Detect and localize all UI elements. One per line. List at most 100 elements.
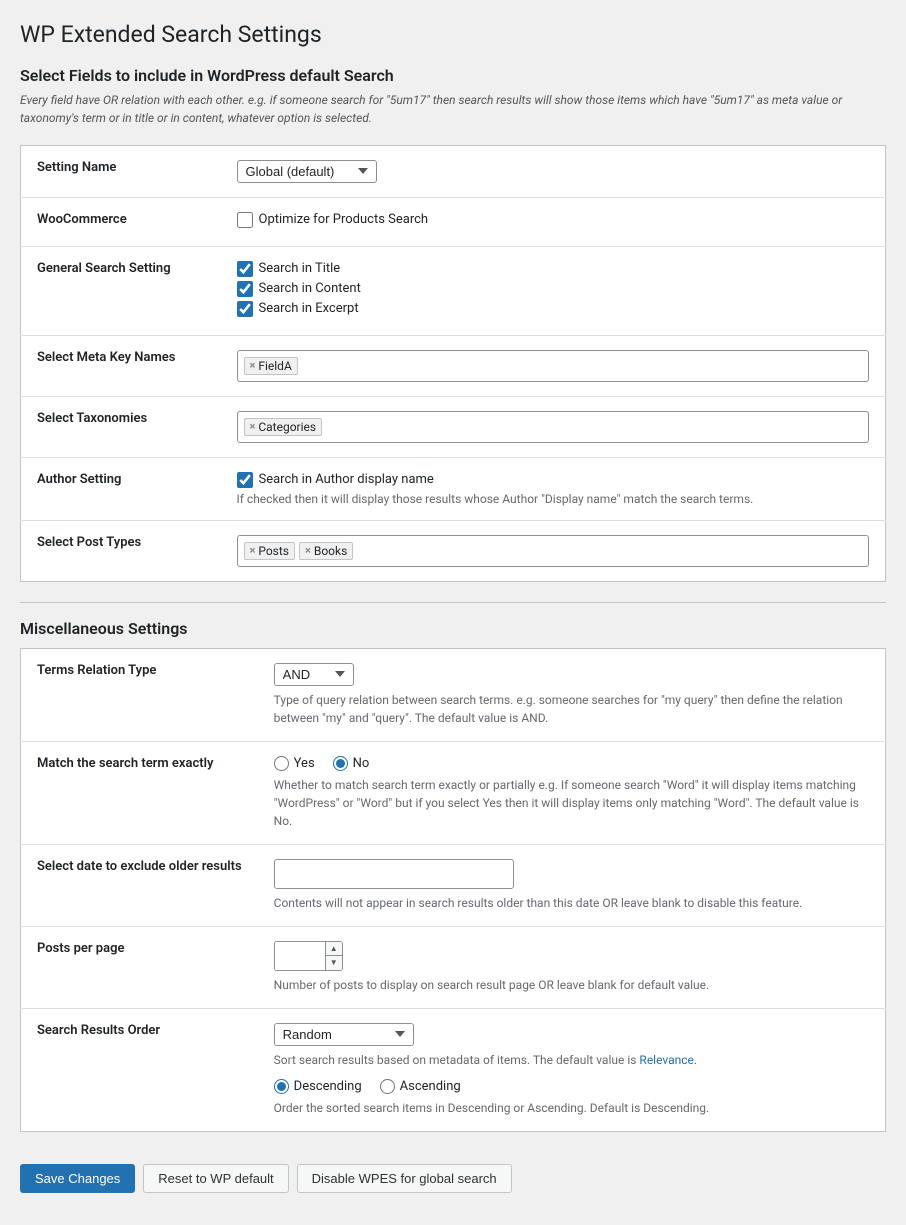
exclude-date-input[interactable] [274, 859, 514, 889]
woocommerce-checkbox-label[interactable]: Optimize for Products Search [259, 212, 429, 227]
search-order-field: Random Relevance Date Title Sort search … [258, 1008, 886, 1131]
search-order-desc-prefix: Sort search results based on metadata of… [274, 1053, 640, 1067]
posts-per-page-label: Posts per page [21, 926, 258, 1008]
section1-description: Every field have OR relation with each o… [20, 91, 886, 127]
terms-relation-row: Terms Relation Type AND OR Type of query… [21, 648, 886, 741]
post-types-tag-posts-label: Posts [258, 544, 289, 558]
order-descending-label[interactable]: Descending [274, 1079, 362, 1094]
exclude-date-row: Select date to exclude older results Con… [21, 844, 886, 926]
post-types-tag-books: × Books [299, 542, 353, 560]
order-ascending-label[interactable]: Ascending [380, 1079, 461, 1094]
posts-per-page-field: ▲ ▼ Number of posts to display on search… [258, 926, 886, 1008]
terms-relation-description: Type of query relation between search te… [274, 691, 869, 727]
taxonomies-label: Select Taxonomies [21, 396, 221, 457]
taxonomies-row: Select Taxonomies × Categories [21, 396, 886, 457]
posts-per-page-input[interactable] [275, 942, 325, 970]
posts-per-page-row: Posts per page ▲ ▼ Number of posts to di… [21, 926, 886, 1008]
match-no-label[interactable]: No [333, 756, 370, 771]
meta-key-input[interactable]: × FieldA [237, 350, 870, 382]
meta-key-row: Select Meta Key Names × FieldA [21, 335, 886, 396]
order-descending-radio[interactable] [274, 1079, 289, 1094]
post-types-tag-books-remove[interactable]: × [305, 544, 311, 557]
page-title: WP Extended Search Settings [20, 20, 886, 50]
post-types-tag-posts-remove[interactable]: × [250, 544, 256, 557]
posts-per-page-wrap: ▲ ▼ [274, 941, 343, 971]
search-excerpt-checkbox[interactable] [237, 301, 253, 317]
match-yes-radio[interactable] [274, 756, 289, 771]
save-changes-button[interactable]: Save Changes [20, 1164, 135, 1193]
match-no-radio[interactable] [333, 756, 348, 771]
taxonomies-tag-categories-remove[interactable]: × [250, 420, 256, 433]
post-types-row: Select Post Types × Posts × Books [21, 520, 886, 581]
meta-key-field: × FieldA [221, 335, 886, 396]
search-order-description: Sort search results based on metadata of… [274, 1051, 869, 1069]
woocommerce-row: WooCommerce Optimize for Products Search [21, 197, 886, 246]
posts-per-page-up[interactable]: ▲ [326, 942, 342, 956]
match-yes-text: Yes [294, 756, 315, 771]
search-title-checkbox[interactable] [237, 261, 253, 277]
setting-name-label: Setting Name [21, 145, 221, 197]
exclude-date-description: Contents will not appear in search resul… [274, 894, 869, 912]
taxonomies-field: × Categories [221, 396, 886, 457]
search-excerpt-label: Search in Excerpt [259, 301, 359, 316]
match-no-text: No [353, 756, 370, 771]
author-setting-field: Search in Author display name If checked… [221, 457, 886, 520]
terms-relation-select[interactable]: AND OR [274, 663, 354, 686]
post-types-tag-books-label: Books [314, 544, 347, 558]
terms-relation-label: Terms Relation Type [21, 648, 258, 741]
reset-button[interactable]: Reset to WP default [143, 1164, 288, 1193]
terms-relation-field: AND OR Type of query relation between se… [258, 648, 886, 741]
order-ascending-radio[interactable] [380, 1079, 395, 1094]
woocommerce-checkbox[interactable] [237, 212, 253, 228]
search-order-desc-suffix: . [694, 1053, 697, 1067]
order-direction-wrap: Descending Ascending Order the sorted se… [274, 1079, 869, 1117]
order-descending-text: Descending [294, 1079, 362, 1094]
exclude-date-label: Select date to exclude older results [21, 844, 258, 926]
setting-name-select[interactable]: Global (default) Custom 1 Custom 2 [237, 160, 377, 183]
search-excerpt-row: Search in Excerpt [237, 301, 870, 317]
search-order-row: Search Results Order Random Relevance Da… [21, 1008, 886, 1131]
meta-key-label: Select Meta Key Names [21, 335, 221, 396]
match-exactly-description: Whether to match search term exactly or … [274, 776, 869, 830]
posts-per-page-description: Number of posts to display on search res… [274, 976, 869, 994]
woocommerce-label: WooCommerce [21, 197, 221, 246]
section2-title: Miscellaneous Settings [20, 602, 886, 638]
posts-per-page-down[interactable]: ▼ [326, 956, 342, 970]
search-content-label: Search in Content [259, 281, 361, 296]
match-exactly-radios: Yes No [274, 756, 869, 771]
search-title-row: Search in Title [237, 261, 870, 277]
author-display-label[interactable]: Search in Author display name [259, 472, 434, 487]
author-description: If checked then it will display those re… [237, 492, 870, 506]
order-ascending-text: Ascending [400, 1079, 461, 1094]
section1-title: Select Fields to include in WordPress de… [20, 66, 886, 85]
post-types-field: × Posts × Books [221, 520, 886, 581]
settings-wrap: WP Extended Search Settings Select Field… [20, 20, 886, 1205]
taxonomies-input[interactable]: × Categories [237, 411, 870, 443]
post-types-tag-posts: × Posts [244, 542, 296, 560]
search-order-select[interactable]: Random Relevance Date Title [274, 1023, 414, 1046]
posts-per-page-spinners: ▲ ▼ [325, 942, 342, 970]
order-direction-description: Order the sorted search items in Descend… [274, 1099, 869, 1117]
woocommerce-checkbox-row: Optimize for Products Search [237, 212, 870, 228]
setting-name-field: Global (default) Custom 1 Custom 2 [221, 145, 886, 197]
match-yes-label[interactable]: Yes [274, 756, 315, 771]
search-order-label: Search Results Order [21, 1008, 258, 1131]
exclude-date-field: Contents will not appear in search resul… [258, 844, 886, 926]
match-exactly-label: Match the search term exactly [21, 741, 258, 844]
search-content-checkbox[interactable] [237, 281, 253, 297]
post-types-input[interactable]: × Posts × Books [237, 535, 870, 567]
author-display-checkbox[interactable] [237, 472, 253, 488]
misc-settings-table: Terms Relation Type AND OR Type of query… [20, 648, 886, 1132]
meta-key-tag-fielda-remove[interactable]: × [250, 359, 256, 372]
post-types-label: Select Post Types [21, 520, 221, 581]
order-direction-radios: Descending Ascending [274, 1079, 869, 1094]
setting-name-row: Setting Name Global (default) Custom 1 C… [21, 145, 886, 197]
taxonomies-tag-categories-label: Categories [258, 420, 316, 434]
relevance-link[interactable]: Relevance [639, 1053, 694, 1067]
match-exactly-field: Yes No Whether to match search term exac… [258, 741, 886, 844]
general-search-field: Search in Title Search in Content Search… [221, 246, 886, 335]
woocommerce-field: Optimize for Products Search [221, 197, 886, 246]
meta-key-tag-fielda-label: FieldA [258, 359, 291, 373]
disable-button[interactable]: Disable WPES for global search [297, 1164, 512, 1193]
search-content-row: Search in Content [237, 281, 870, 297]
